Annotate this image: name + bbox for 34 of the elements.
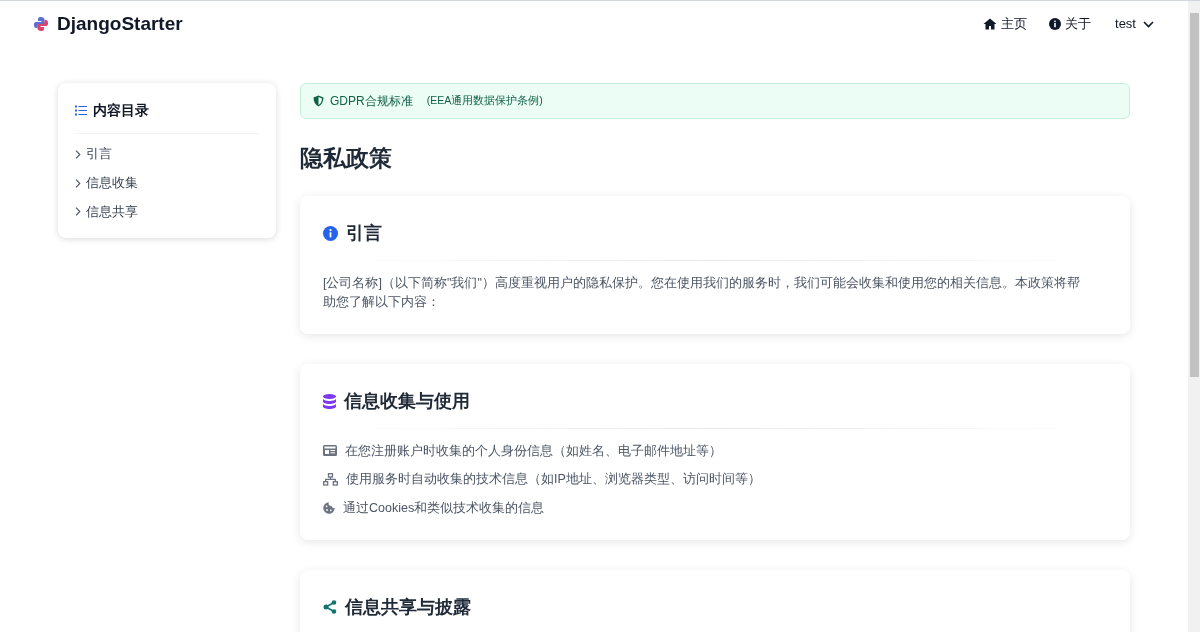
cookie-icon — [323, 502, 335, 515]
list-item-text: 在您注册账户时收集的个人身份信息（如姓名、电子邮件地址等） — [345, 442, 722, 460]
section-paragraph: [公司名称]（以下简称"我们"）高度重视用户的隐私保护。您在使用我们的服务时，我们可能会收集和使用您的相关信息。本政策将帮助您了解以下内容： — [323, 274, 1081, 311]
share-icon — [323, 600, 337, 615]
list-item-text: 使用服务时自动收集的技术信息（如IP地址、浏览器类型、访问时间等） — [346, 471, 761, 489]
about-link[interactable]: 关于 — [1049, 14, 1092, 34]
toc-title: 内容目录 — [93, 101, 149, 120]
page-title: 隐私政策 — [300, 144, 393, 173]
section-title: 信息收集与使用 — [344, 389, 470, 413]
scrollbar[interactable] — [1188, 1, 1200, 632]
info-icon — [323, 225, 338, 241]
user-menu[interactable]: test — [1115, 14, 1154, 34]
brand-link[interactable]: DjangoStarter — [57, 9, 183, 39]
chevron-right-icon — [75, 178, 81, 188]
logo-icon — [33, 16, 49, 32]
list-icon — [75, 105, 87, 116]
toc-link[interactable]: 信息共享 — [75, 199, 259, 225]
list-item-text: 通过Cookies和类似技术收集的信息 — [343, 500, 545, 517]
home-icon — [983, 18, 998, 30]
toc-link[interactable]: 引言 — [75, 142, 259, 167]
id-card-icon — [323, 445, 337, 457]
chevron-down-icon — [1143, 20, 1154, 28]
chevron-right-icon — [75, 207, 81, 217]
section-title: 引言 — [346, 221, 382, 245]
database-icon — [323, 393, 336, 409]
info-icon — [1049, 18, 1062, 30]
shield-icon — [313, 95, 324, 107]
network-icon — [323, 473, 338, 487]
alert-title: GDPR合规标准 — [330, 93, 413, 110]
alert-note: (EEA通用数据保护条例) — [426, 93, 543, 109]
home-link[interactable]: 主页 — [983, 14, 1028, 34]
chevron-right-icon — [75, 149, 81, 159]
section-title: 信息共享与披露 — [345, 595, 471, 619]
toc-link[interactable]: 信息收集 — [75, 170, 259, 196]
